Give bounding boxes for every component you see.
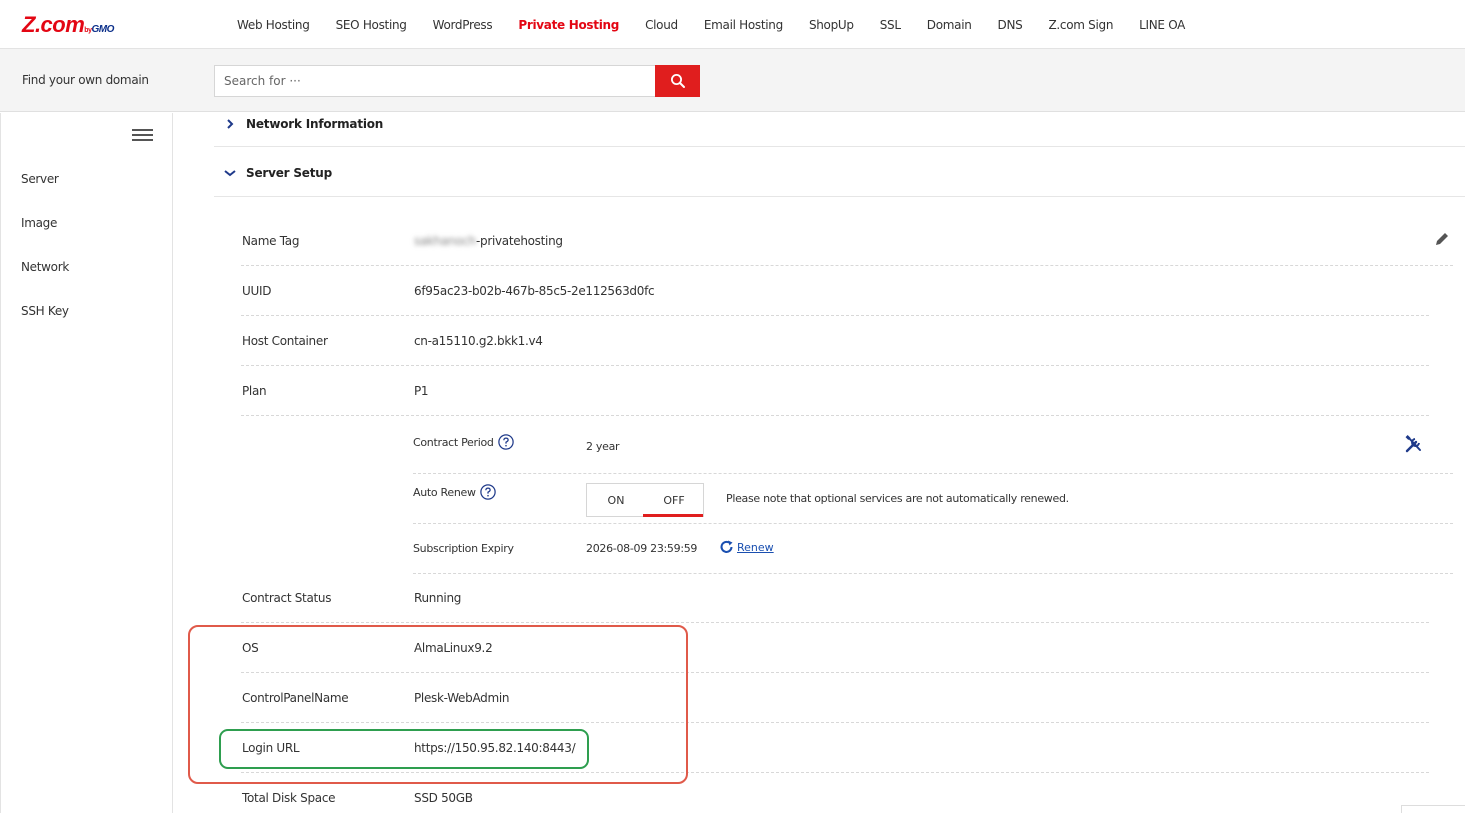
sidebar-item-image[interactable]: Image — [21, 216, 57, 230]
row-name-tag: Name Tag sakhanoch-privatehosting — [241, 216, 1453, 266]
sidebar-item-ssh-key[interactable]: SSH Key — [21, 304, 69, 318]
name-tag-label: Name Tag — [242, 234, 300, 248]
section-server-setup[interactable]: Server Setup — [214, 150, 1465, 197]
os-value: AlmaLinux9.2 — [414, 641, 493, 655]
contract-period-value: 2 year — [586, 440, 620, 453]
nav-zcom-sign[interactable]: Z.com Sign — [1048, 18, 1113, 32]
zcom-logo[interactable]: Z.combyGMO — [22, 12, 114, 38]
contract-period-label: Contract Period — [413, 434, 514, 450]
search-label: Find your own domain — [22, 73, 149, 87]
help-icon[interactable] — [479, 484, 496, 500]
uuid-value: 6f95ac23-b02b-467b-85c5-2e112563d0fc — [414, 284, 655, 298]
nav-domain[interactable]: Domain — [927, 18, 972, 32]
sidebar-item-server[interactable]: Server — [21, 172, 59, 186]
renew-link[interactable]: Renew — [719, 540, 774, 554]
row-plan: Plan P1 — [241, 366, 1429, 416]
nav-ssl[interactable]: SSL — [880, 18, 901, 32]
nav-dns[interactable]: DNS — [998, 18, 1023, 32]
login-url-value[interactable]: https://150.95.82.140:8443/ — [414, 741, 576, 755]
auto-renew-text: Auto Renew — [413, 485, 476, 499]
section-network-information[interactable]: Network Information — [214, 102, 1465, 147]
redacted-text: sakhanoch — [414, 234, 476, 248]
renew-label: Renew — [737, 540, 774, 554]
row-total-disk-space: Total Disk Space SSD 50GB — [241, 773, 1429, 813]
row-contract-period: Contract Period 2 year — [413, 424, 1453, 474]
nav-cloud[interactable]: Cloud — [645, 18, 678, 32]
auto-renew-label: Auto Renew — [413, 484, 496, 500]
subscription-expiry-label: Subscription Expiry — [413, 542, 514, 555]
search-input[interactable] — [214, 65, 656, 97]
nav-wordpress[interactable]: WordPress — [433, 18, 493, 32]
row-subscription-expiry: Subscription Expiry 2026-08-09 23:59:59 … — [413, 524, 1453, 574]
tools-icon[interactable] — [1404, 435, 1424, 453]
nav-shopup[interactable]: ShopUp — [809, 18, 854, 32]
total-disk-label: Total Disk Space — [242, 791, 336, 805]
pencil-icon[interactable] — [1433, 230, 1451, 248]
uuid-label: UUID — [242, 284, 272, 298]
sidebar-item-network[interactable]: Network — [21, 260, 69, 274]
control-panel-value: Plesk-WebAdmin — [414, 691, 510, 705]
help-icon[interactable] — [497, 434, 514, 450]
main-menu: Web Hosting SEO Hosting WordPress Privat… — [237, 0, 1211, 49]
nav-email-hosting[interactable]: Email Hosting — [704, 18, 783, 32]
plan-value: P1 — [414, 384, 429, 398]
logo-brand: Z.com — [22, 12, 85, 37]
contract-status-label: Contract Status — [242, 591, 332, 605]
nav-web-hosting[interactable]: Web Hosting — [237, 18, 310, 32]
section-title: Server Setup — [246, 166, 333, 180]
search-icon — [670, 74, 685, 88]
top-navigation: Z.combyGMO Web Hosting SEO Hosting WordP… — [0, 0, 1465, 49]
login-url-label: Login URL — [242, 741, 300, 755]
row-uuid: UUID 6f95ac23-b02b-467b-85c5-2e112563d0f… — [241, 266, 1429, 316]
nav-seo-hosting[interactable]: SEO Hosting — [336, 18, 407, 32]
toggle-on-option[interactable]: ON — [587, 484, 645, 516]
total-disk-value: SSD 50GB — [414, 791, 473, 805]
row-contract-status: Contract Status Running — [241, 573, 1429, 623]
row-host-container: Host Container cn-a15110.g2.bkk1.v4 — [241, 316, 1429, 366]
auto-renew-toggle[interactable]: ON OFF — [586, 483, 704, 517]
row-os: OS AlmaLinux9.2 — [241, 623, 1429, 673]
hamburger-icon[interactable] — [132, 129, 154, 143]
contract-status-value: Running — [414, 591, 462, 605]
chevron-down-icon — [214, 168, 246, 178]
row-login-url: Login URL https://150.95.82.140:8443/ — [241, 723, 1429, 773]
logo-gmo: GMO — [91, 24, 114, 35]
toggle-off-option[interactable]: OFF — [643, 484, 703, 517]
sidebar: Server Image Network SSH Key — [0, 113, 173, 813]
os-label: OS — [242, 641, 259, 655]
plan-label: Plan — [242, 384, 267, 398]
row-control-panel-name: ControlPanelName Plesk-WebAdmin — [241, 673, 1429, 723]
nav-private-hosting[interactable]: Private Hosting — [518, 18, 619, 32]
floating-widget-edge — [1401, 805, 1465, 813]
nav-line-oa[interactable]: LINE OA — [1139, 18, 1185, 32]
search-button[interactable] — [655, 65, 700, 97]
name-tag-suffix: -privatehosting — [475, 234, 563, 248]
host-container-label: Host Container — [242, 334, 328, 348]
contract-period-text: Contract Period — [413, 435, 494, 449]
host-container-value: cn-a15110.g2.bkk1.v4 — [414, 334, 543, 348]
refresh-icon — [720, 540, 733, 553]
row-auto-renew: Auto Renew ON OFF Please note that optio… — [413, 474, 1453, 524]
chevron-right-icon — [214, 118, 246, 130]
control-panel-label: ControlPanelName — [242, 691, 349, 705]
auto-renew-note: Please note that optional services are n… — [726, 492, 1069, 505]
section-title: Network Information — [246, 117, 384, 131]
name-tag-value: sakhanoch-privatehosting — [414, 234, 563, 248]
subscription-expiry-value: 2026-08-09 23:59:59 — [586, 542, 698, 555]
